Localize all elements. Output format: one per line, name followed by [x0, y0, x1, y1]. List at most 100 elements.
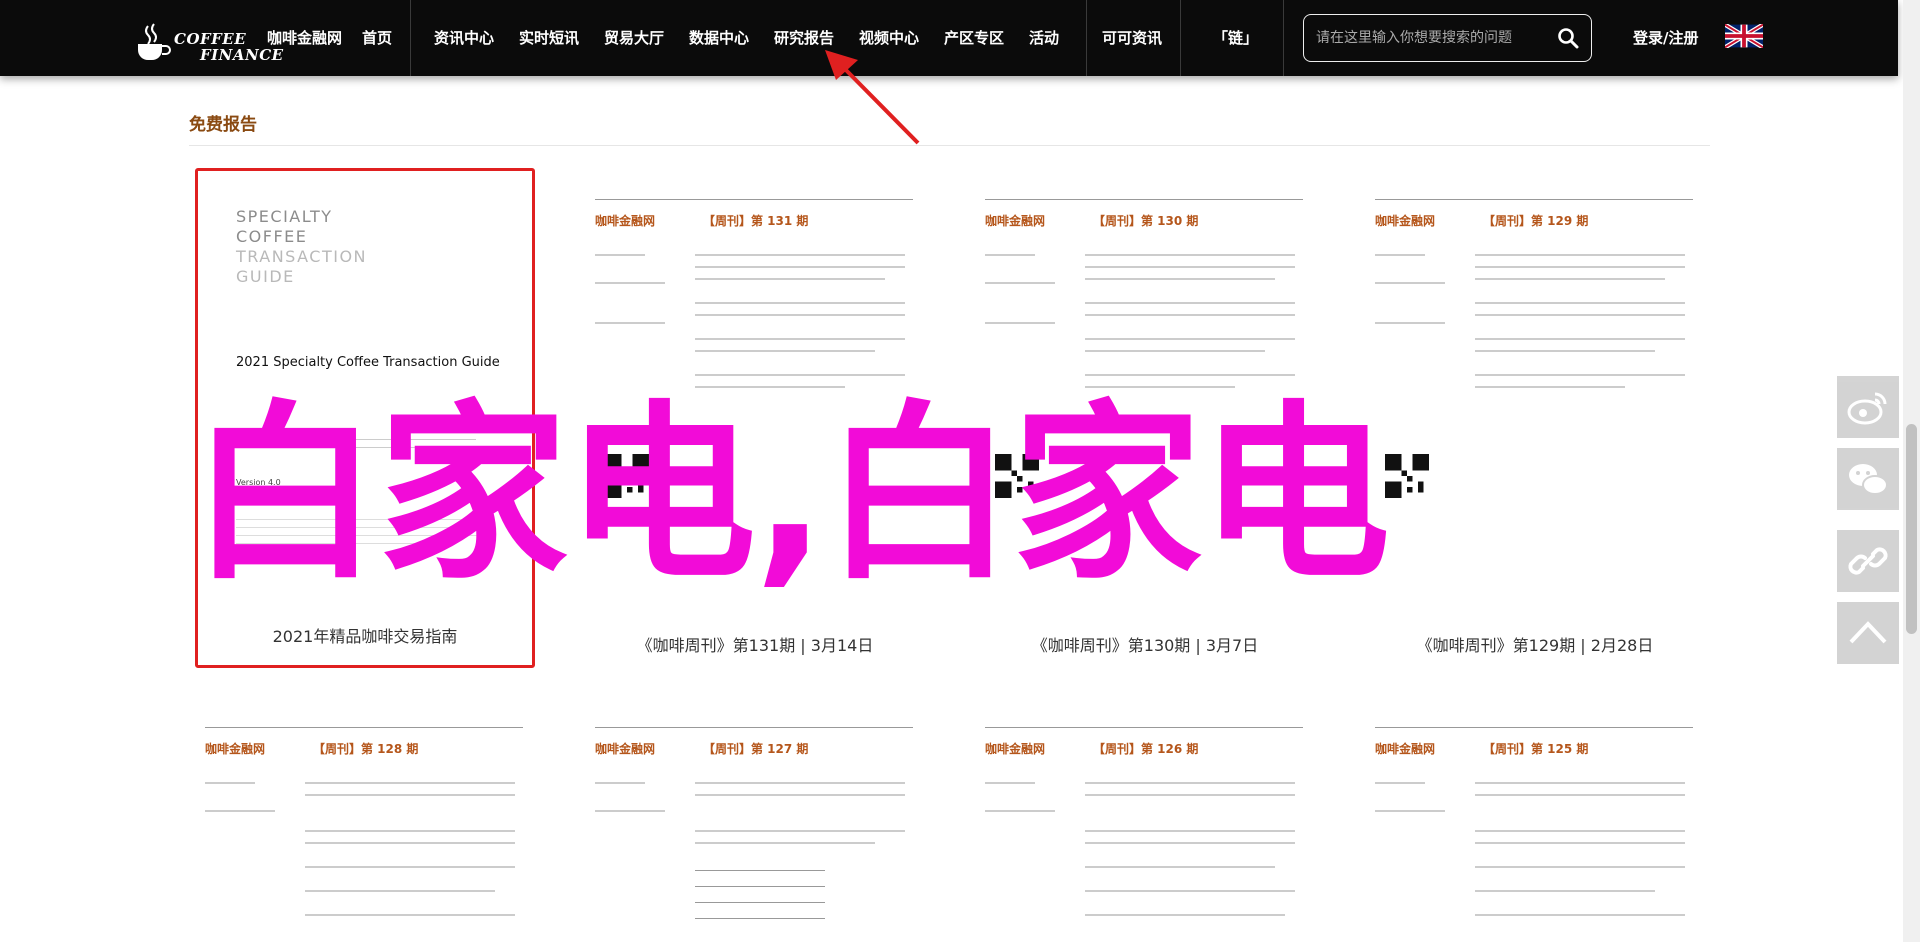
doc-text-line	[985, 782, 1035, 784]
back-to-top-button[interactable]	[1837, 602, 1899, 664]
doc-text-line	[1375, 282, 1445, 284]
coffee-finance-logo[interactable]: COFFEE FINANCE	[134, 8, 283, 66]
report-caption[interactable]: 2021年精品咖啡交易指南	[198, 623, 532, 647]
doc-header-rule	[1375, 192, 1693, 200]
doc-text-line	[695, 830, 905, 832]
doc-text-line	[595, 282, 665, 284]
copy-link-button[interactable]	[1837, 530, 1899, 592]
nav-item-events[interactable]: 活动	[1029, 0, 1059, 76]
weekly-brand: 咖啡金融网	[1375, 742, 1436, 756]
doc-text-line	[1085, 890, 1295, 892]
doc-text-line	[1475, 302, 1685, 304]
weekly-brand: 咖啡金融网	[1375, 214, 1436, 228]
doc-text-line	[1475, 338, 1685, 340]
doc-text-line	[1085, 830, 1295, 832]
uk-flag-icon[interactable]	[1725, 24, 1763, 48]
doc-text-line	[1475, 350, 1655, 352]
section-title-free-reports: 免费报告	[189, 115, 257, 135]
report-caption[interactable]: 《咖啡周刊》第131期 | 3月14日	[585, 632, 925, 656]
doc-text-line	[1475, 794, 1685, 796]
report-cover-weekly-128: 咖啡金融网 【周刊】第 128 期	[205, 720, 523, 942]
doc-text-line	[305, 842, 515, 844]
doc-text-line	[985, 810, 1055, 812]
nav-divider	[410, 0, 411, 76]
report-card-weekly-127[interactable]: 咖啡金融网 【周刊】第 127 期	[585, 706, 925, 942]
doc-text-line	[1085, 914, 1285, 916]
doc-text-line	[695, 278, 885, 280]
nav-item-origin-zone[interactable]: 产区专区	[944, 0, 1004, 76]
doc-text-line	[1375, 810, 1445, 812]
report-card-weekly-128[interactable]: 咖啡金融网 【周刊】第 128 期	[195, 706, 535, 942]
doc-text-line	[305, 794, 515, 796]
doc-text-line	[1085, 338, 1295, 340]
nav-item-home[interactable]: 首页	[362, 0, 392, 76]
doc-text-line	[305, 866, 515, 868]
report-cover-weekly-127: 咖啡金融网 【周刊】第 127 期	[595, 720, 913, 942]
report-cover-weekly-125: 咖啡金融网 【周刊】第 125 期	[1375, 720, 1693, 942]
search-icon[interactable]	[1557, 27, 1579, 49]
weekly-brand: 咖啡金融网	[985, 742, 1046, 756]
doc-text-line	[695, 782, 905, 784]
nav-item-cocoa-news[interactable]: 可可资讯	[1102, 0, 1162, 76]
doc-table-line	[695, 902, 825, 903]
doc-text-line	[1085, 842, 1295, 844]
doc-header-rule	[985, 192, 1303, 200]
doc-text-line	[305, 914, 515, 916]
doc-text-line	[695, 254, 905, 256]
report-cover-weekly-126: 咖啡金融网 【周刊】第 126 期	[985, 720, 1303, 942]
login-register-link[interactable]: 登录/注册	[1633, 0, 1698, 76]
link-icon	[1848, 547, 1888, 575]
doc-text-line	[695, 338, 905, 340]
doc-header-rule	[205, 720, 523, 728]
doc-text-line	[695, 842, 875, 844]
weekly-issue-title: 【周刊】第 125 期	[1483, 742, 1589, 756]
weekly-issue-title: 【周刊】第 131 期	[703, 214, 809, 228]
doc-header-rule	[595, 192, 913, 200]
doc-table-line	[695, 918, 825, 919]
top-navbar: COFFEE FINANCE 咖啡金融网 首页 资讯中心 实时短讯 贸易大厅 数…	[0, 0, 1898, 76]
doc-text-line	[1375, 782, 1425, 784]
doc-text-line	[1085, 314, 1295, 316]
search-input[interactable]	[1316, 23, 1546, 53]
report-card-weekly-126[interactable]: 咖啡金融网 【周刊】第 126 期	[975, 706, 1315, 942]
doc-text-line	[1085, 266, 1295, 268]
doc-text-line	[1475, 266, 1685, 268]
doc-text-line	[305, 830, 515, 832]
doc-text-line	[1375, 322, 1445, 324]
report-caption[interactable]: 《咖啡周刊》第129期 | 2月28日	[1365, 632, 1705, 656]
search-box	[1303, 14, 1592, 62]
doc-text-line	[1085, 866, 1275, 868]
nav-item-news-center[interactable]: 资讯中心	[434, 0, 494, 76]
nav-divider	[1180, 0, 1181, 76]
report-caption[interactable]: 《咖啡周刊》第130期 | 3月7日	[975, 632, 1315, 656]
guide-title: 2021 Specialty Coffee Transaction Guide	[236, 355, 500, 370]
doc-text-line	[1475, 782, 1685, 784]
nav-item-trade-hall[interactable]: 贸易大厅	[604, 0, 664, 76]
report-card-weekly-125[interactable]: 咖啡金融网 【周刊】第 125 期	[1365, 706, 1705, 942]
doc-text-line	[595, 322, 665, 324]
doc-text-line	[1475, 254, 1685, 256]
nav-item-chain[interactable]: 「链」	[1213, 0, 1258, 76]
doc-text-line	[695, 794, 905, 796]
weekly-issue-title: 【周刊】第 127 期	[703, 742, 809, 756]
cover-heading: SPECIALTY COFFEE TRANSACTION GUIDE	[236, 207, 367, 286]
doc-text-line	[1085, 254, 1295, 256]
doc-header-rule	[1375, 720, 1693, 728]
doc-text-line	[695, 350, 875, 352]
nav-item-flash-news[interactable]: 实时短讯	[519, 0, 579, 76]
doc-text-line	[985, 282, 1055, 284]
doc-table-line	[695, 870, 825, 871]
weekly-brand: 咖啡金融网	[595, 742, 656, 756]
weekly-issue-title: 【周刊】第 128 期	[313, 742, 419, 756]
doc-text-line	[1475, 314, 1685, 316]
doc-text-line	[695, 314, 905, 316]
weekly-issue-title: 【周刊】第 129 期	[1483, 214, 1589, 228]
doc-text-line	[1085, 794, 1295, 796]
nav-item-coffee-finance[interactable]: 咖啡金融网	[267, 0, 342, 76]
scrollbar-thumb[interactable]	[1906, 424, 1917, 634]
chevron-up-icon	[1849, 621, 1887, 644]
weibo-share-button[interactable]	[1837, 376, 1899, 438]
wechat-share-button[interactable]	[1837, 448, 1899, 510]
weekly-brand: 咖啡金融网	[985, 214, 1046, 228]
nav-item-data-center[interactable]: 数据中心	[689, 0, 749, 76]
